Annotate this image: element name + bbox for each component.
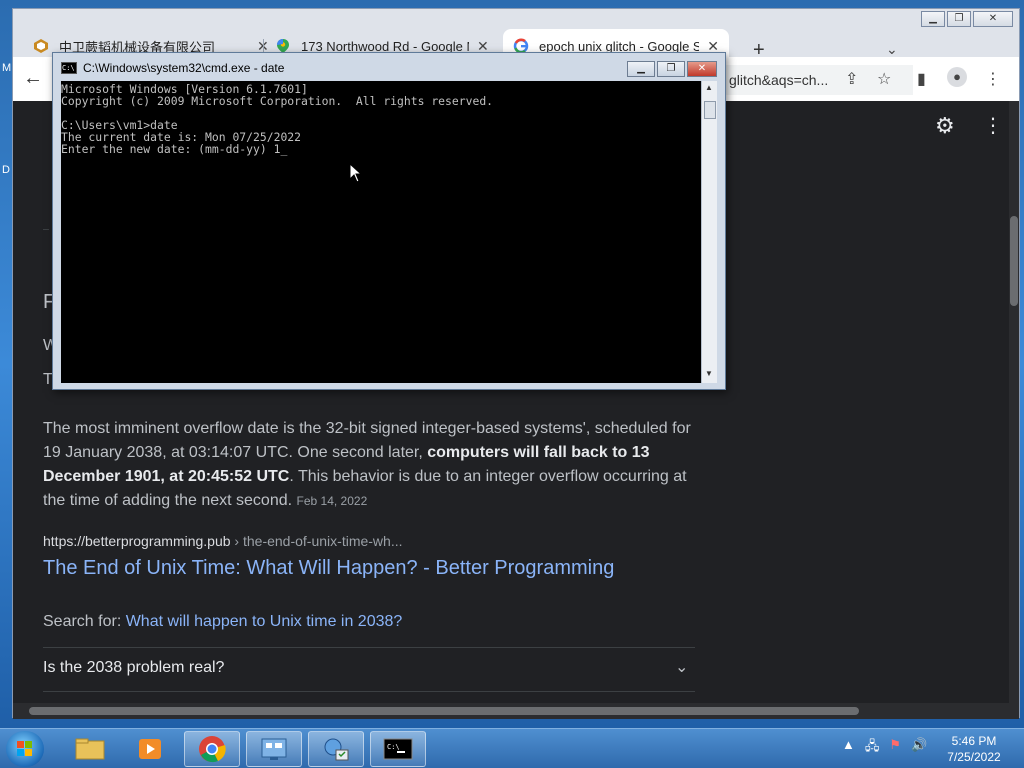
share-icon[interactable]: ⇪ [845, 69, 858, 89]
divider [43, 691, 695, 692]
clock[interactable]: 5:46 PM 7/25/2022 [940, 733, 1008, 765]
system-tray: ▲ 🖧 ⚑ 🔊 [842, 737, 927, 759]
file-explorer-icon[interactable] [62, 731, 118, 767]
site-icon [33, 38, 49, 54]
settings-gear-icon[interactable]: ⚙ [935, 113, 955, 139]
chrome-taskbar-icon[interactable] [184, 731, 240, 767]
console-output[interactable]: Microsoft Windows [Version 6.1.7601] Cop… [61, 81, 701, 383]
result-path: › the-end-of-unix-time-wh... [230, 533, 403, 549]
clock-time: 5:46 PM [951, 734, 997, 748]
search-for-link[interactable]: What will happen to Unix time in 2038? [126, 613, 403, 630]
scroll-thumb[interactable] [29, 707, 859, 715]
scroll-up-icon[interactable]: ▲ [705, 83, 713, 92]
apps-menu-icon[interactable]: ⋮ [983, 113, 1003, 138]
scroll-down-icon[interactable]: ▼ [705, 369, 713, 378]
bookmark-star-icon[interactable]: ☆ [877, 69, 891, 89]
search-for-label: Search for: [43, 613, 126, 630]
mouse-cursor-icon [349, 163, 363, 183]
page-vertical-scrollbar[interactable] [1009, 101, 1019, 703]
volume-icon[interactable]: 🔊 [911, 737, 927, 759]
start-button[interactable] [6, 731, 44, 767]
taskbar: C:\ ▲ 🖧 ⚑ 🔊 5:46 PM 7/25/2022 [0, 728, 1024, 768]
show-hidden-icons-icon[interactable]: ▲ [842, 737, 855, 759]
control-panel-icon[interactable] [246, 731, 302, 767]
back-arrow-icon[interactable]: ← [23, 67, 43, 90]
menu-kebab-icon[interactable]: ⋮ [985, 69, 1001, 89]
page-horizontal-scrollbar[interactable] [13, 703, 1019, 719]
cmd-app-icon: C:\ [61, 62, 77, 74]
network-icon[interactable] [308, 731, 364, 767]
cmd-taskbar-icon[interactable]: C:\ [370, 731, 426, 767]
scroll-thumb[interactable] [1010, 216, 1018, 306]
cmd-titlebar[interactable]: C:\ C:\Windows\system32\cmd.exe - date [61, 61, 284, 75]
side-panel-icon[interactable]: ▮ [917, 69, 926, 89]
cmd-title-text: C:\Windows\system32\cmd.exe - date [83, 61, 285, 75]
featured-snippet: The most imminent overflow date is the 3… [43, 417, 703, 513]
desktop-icon-label: M [2, 62, 12, 74]
result-url[interactable]: https://betterprogramming.pub › the-end-… [43, 533, 403, 549]
console-text: Microsoft Windows [Version 6.1.7601] Cop… [61, 82, 494, 156]
search-for: Search for: What will happen to Unix tim… [43, 613, 402, 631]
snippet-date: Feb 14, 2022 [296, 494, 368, 508]
tab-search-icon[interactable]: ⌄ [886, 41, 898, 58]
close-button[interactable]: ✕ [687, 61, 717, 77]
divider [43, 229, 49, 230]
desktop-icon-label: D [2, 164, 10, 176]
media-player-icon[interactable] [122, 731, 178, 767]
divider [43, 647, 695, 648]
cmd-window-controls: ▁ ❐ ✕ [627, 61, 717, 77]
minimize-button[interactable]: ▁ [627, 61, 655, 77]
related-question[interactable]: Is the 2038 problem real? [43, 659, 224, 677]
result-domain: https://betterprogramming.pub [43, 533, 231, 549]
result-title-link[interactable]: The End of Unix Time: What Will Happen? … [43, 557, 614, 580]
profile-avatar-icon[interactable]: ● [947, 67, 967, 87]
scroll-thumb[interactable] [704, 101, 716, 119]
clock-date: 7/25/2022 [947, 750, 1001, 764]
maximize-button[interactable]: ❐ [657, 61, 685, 77]
network-status-icon[interactable]: 🖧 [865, 737, 880, 759]
cmd-window: C:\ C:\Windows\system32\cmd.exe - date ▁… [52, 52, 726, 390]
chevron-down-icon[interactable]: ⌄ [675, 657, 688, 677]
action-center-icon[interactable]: ⚑ [889, 737, 901, 759]
svg-text:C:\: C:\ [387, 743, 400, 751]
cmd-scrollbar[interactable]: ▲ ▼ [701, 81, 717, 383]
